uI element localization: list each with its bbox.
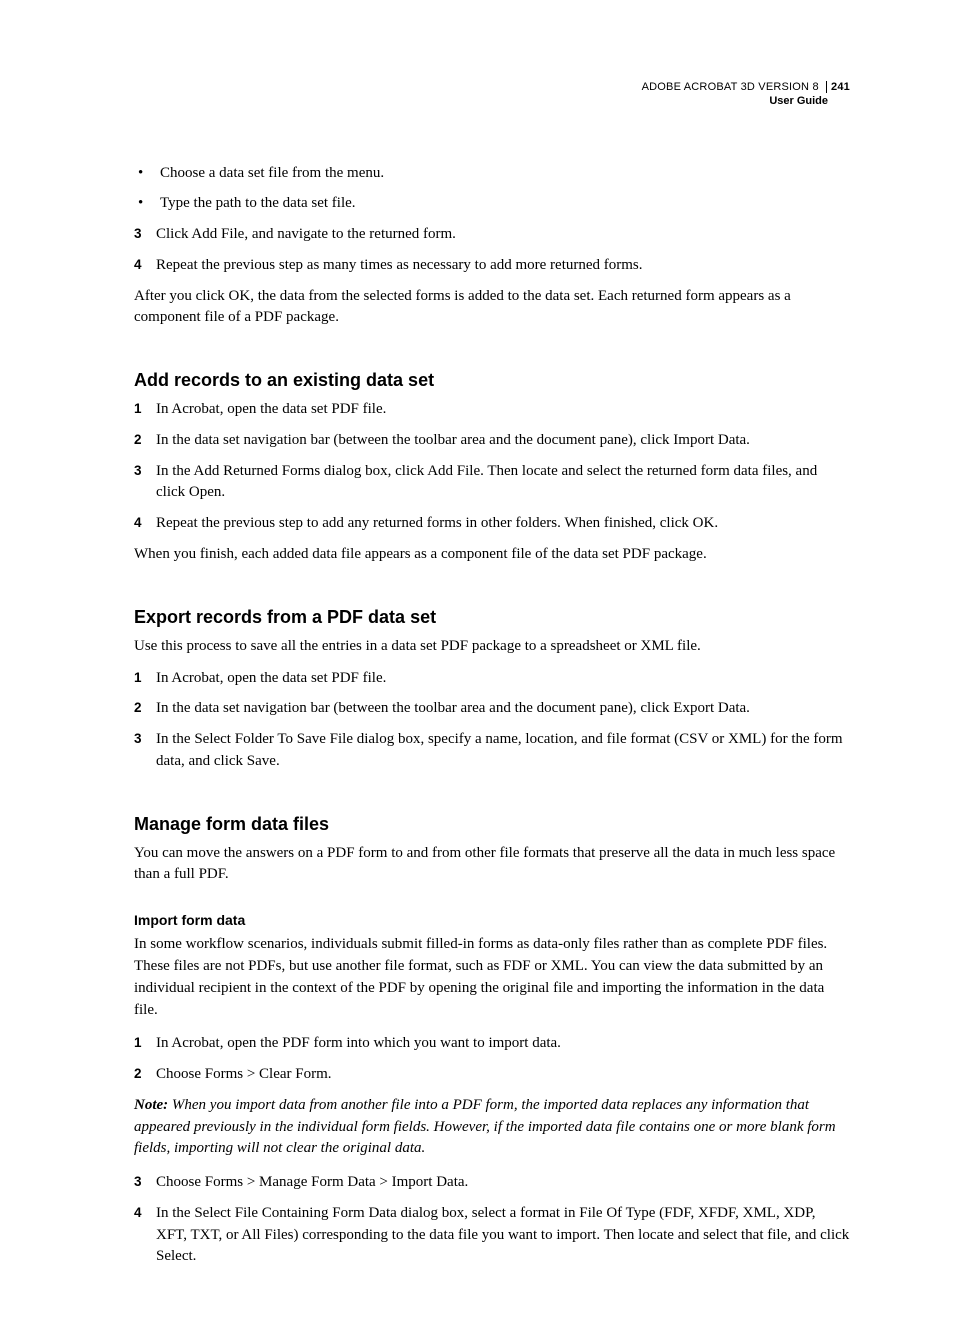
list-item: 4 In the Select File Containing Form Dat… (134, 1203, 850, 1268)
header-doc-title: User Guide (642, 94, 850, 108)
step-number: 1 (134, 668, 156, 688)
intro-bullet-list: • Choose a data set file from the menu. … (134, 163, 850, 216)
sec3-sub-intro-paragraph: In some workflow scenarios, individuals … (134, 934, 850, 1021)
page: ADOBE ACROBAT 3D VERSION 8 241 User Guid… (0, 0, 954, 1337)
step-text: In the Select File Containing Form Data … (156, 1203, 850, 1268)
note-paragraph: Note: When you import data from another … (134, 1095, 850, 1160)
sec3-steps-a: 1 In Acrobat, open the PDF form into whi… (134, 1033, 850, 1086)
step-text: In the Add Returned Forms dialog box, cl… (156, 461, 850, 505)
step-number: 3 (134, 729, 156, 749)
step-text: In Acrobat, open the PDF form into which… (156, 1033, 561, 1055)
sec3-intro-paragraph: You can move the answers on a PDF form t… (134, 843, 850, 887)
step-number: 4 (134, 255, 156, 275)
list-item: 2 In the data set navigation bar (betwee… (134, 698, 850, 720)
step-number: 2 (134, 1064, 156, 1084)
list-item: 3 Choose Forms > Manage Form Data > Impo… (134, 1172, 850, 1194)
step-number: 4 (134, 1203, 156, 1223)
intro-closing-paragraph: After you click OK, the data from the se… (134, 286, 850, 330)
step-number: 3 (134, 224, 156, 244)
step-text: Repeat the previous step to add any retu… (156, 513, 718, 535)
list-item: • Type the path to the data set file. (134, 193, 850, 215)
list-item: 4 Repeat the previous step to add any re… (134, 513, 850, 535)
section-heading-manage-form-data: Manage form data files (134, 811, 850, 837)
note-body: When you import data from another file i… (134, 1097, 836, 1157)
running-header: ADOBE ACROBAT 3D VERSION 8 241 User Guid… (134, 80, 850, 109)
step-text: Choose Forms > Clear Form. (156, 1064, 332, 1086)
step-number: 1 (134, 1033, 156, 1053)
step-text: In Acrobat, open the data set PDF file. (156, 668, 386, 690)
list-item: 1 In Acrobat, open the data set PDF file… (134, 399, 850, 421)
header-page-number: 241 (826, 81, 850, 93)
step-text: In the data set navigation bar (between … (156, 430, 750, 452)
header-product: ADOBE ACROBAT 3D VERSION 8 (642, 81, 819, 93)
step-number: 3 (134, 1172, 156, 1192)
sec3-steps-b: 3 Choose Forms > Manage Form Data > Impo… (134, 1172, 850, 1268)
step-text: In the data set navigation bar (between … (156, 698, 750, 720)
sec2-steps: 1 In Acrobat, open the data set PDF file… (134, 668, 850, 773)
step-number: 2 (134, 698, 156, 718)
bullet-icon: • (134, 193, 160, 215)
intro-steps: 3 Click Add File, and navigate to the re… (134, 224, 850, 277)
sec2-intro-paragraph: Use this process to save all the entries… (134, 636, 850, 658)
list-item: 2 In the data set navigation bar (betwee… (134, 430, 850, 452)
step-text: Repeat the previous step as many times a… (156, 255, 643, 277)
list-item: 3 In the Add Returned Forms dialog box, … (134, 461, 850, 505)
list-item: 2 Choose Forms > Clear Form. (134, 1064, 850, 1086)
list-item: 1 In Acrobat, open the data set PDF file… (134, 668, 850, 690)
section-heading-add-records: Add records to an existing data set (134, 367, 850, 393)
list-item-text: Choose a data set file from the menu. (160, 163, 384, 185)
step-text: In the Select Folder To Save File dialog… (156, 729, 850, 773)
subsection-heading-import-form-data: Import form data (134, 910, 850, 930)
sec1-steps: 1 In Acrobat, open the data set PDF file… (134, 399, 850, 535)
list-item: • Choose a data set file from the menu. (134, 163, 850, 185)
step-text: In Acrobat, open the data set PDF file. (156, 399, 386, 421)
bullet-icon: • (134, 163, 160, 185)
list-item: 4 Repeat the previous step as many times… (134, 255, 850, 277)
list-item: 3 In the Select Folder To Save File dial… (134, 729, 850, 773)
step-number: 1 (134, 399, 156, 419)
list-item: 3 Click Add File, and navigate to the re… (134, 224, 850, 246)
section-heading-export-records: Export records from a PDF data set (134, 604, 850, 630)
step-number: 3 (134, 461, 156, 481)
step-text: Click Add File, and navigate to the retu… (156, 224, 456, 246)
step-number: 2 (134, 430, 156, 450)
note-label: Note: (134, 1097, 168, 1113)
list-item-text: Type the path to the data set file. (160, 193, 356, 215)
list-item: 1 In Acrobat, open the PDF form into whi… (134, 1033, 850, 1055)
step-text: Choose Forms > Manage Form Data > Import… (156, 1172, 468, 1194)
step-number: 4 (134, 513, 156, 533)
sec1-closing-paragraph: When you finish, each added data file ap… (134, 544, 850, 566)
